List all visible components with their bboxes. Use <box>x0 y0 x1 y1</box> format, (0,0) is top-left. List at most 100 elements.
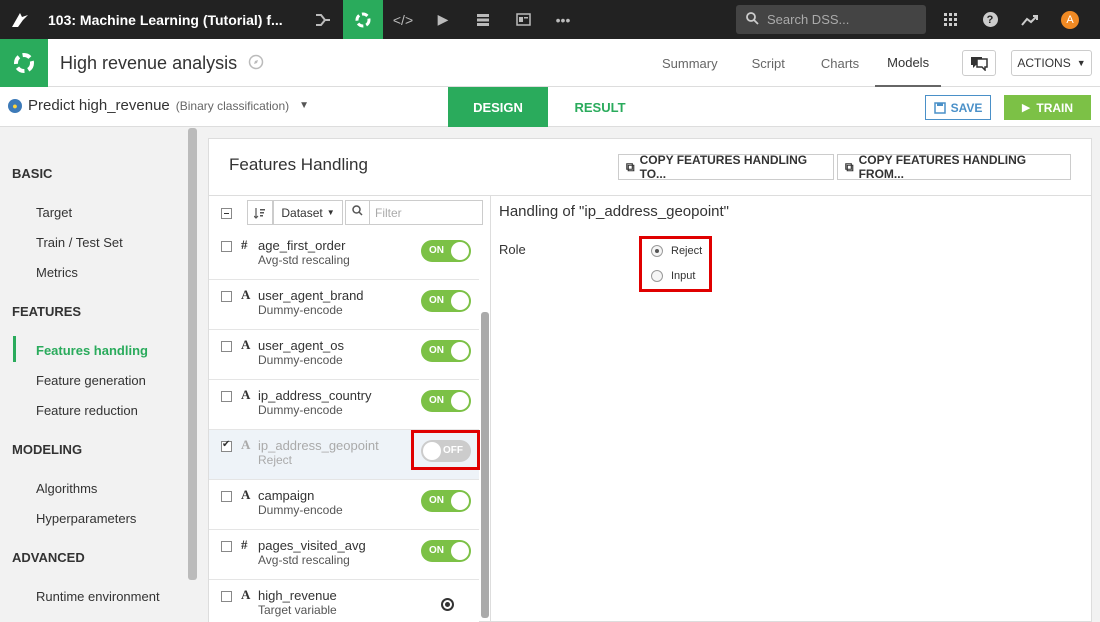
feature-checkbox[interactable] <box>221 391 232 402</box>
feature-list-scrollbar[interactable] <box>481 312 489 618</box>
feature-row[interactable]: A user_agent_brand Dummy-encode ON <box>209 280 479 330</box>
feature-toggle[interactable]: ON <box>421 490 471 512</box>
sidebar-section-modeling: MODELING <box>12 442 83 457</box>
feature-handling: Reject <box>258 453 293 467</box>
feature-checkbox[interactable] <box>221 541 232 552</box>
feature-row[interactable]: A high_revenue Target variable <box>209 580 479 622</box>
feature-toggle[interactable]: ON <box>421 340 471 362</box>
save-button[interactable]: SAVE <box>925 95 991 120</box>
train-button[interactable]: ▶ TRAIN <box>1004 95 1091 120</box>
sidebar-item-features-handling[interactable]: Features handling <box>36 343 148 358</box>
sidebar-item-runtime-environment[interactable]: Runtime environment <box>36 589 160 604</box>
play-icon[interactable]: ▶ <box>423 0 463 39</box>
feature-checkbox[interactable] <box>221 341 232 352</box>
copy-features-to-button[interactable]: ⧉ COPY FEATURES HANDLING TO... <box>618 153 834 181</box>
sidebar-item-algorithms[interactable]: Algorithms <box>36 481 97 496</box>
tab-charts[interactable]: Charts <box>805 39 875 87</box>
feature-toggle[interactable]: ON <box>421 390 471 412</box>
feature-name: campaign <box>258 488 315 503</box>
sort-order-button[interactable] <box>247 200 273 225</box>
sidebar-section-basic: BASIC <box>12 166 53 181</box>
model-selector[interactable]: ● Predict high_revenue (Binary classific… <box>8 97 309 114</box>
help-icon[interactable]: ? <box>970 0 1010 39</box>
search-input[interactable] <box>767 12 917 27</box>
compass-icon[interactable] <box>248 54 264 74</box>
tab-models[interactable]: Models <box>875 39 942 87</box>
text-type-icon: A <box>241 337 251 352</box>
user-avatar[interactable]: A <box>1050 0 1090 39</box>
text-type-icon: A <box>241 287 251 302</box>
toggle-knob <box>451 392 469 410</box>
feature-row[interactable]: A user_agent_os Dummy-encode ON <box>209 330 479 380</box>
caret-down-icon: ▼ <box>326 208 335 217</box>
numeric-type-icon: # <box>241 237 248 252</box>
trend-icon[interactable] <box>1010 0 1050 39</box>
stack-icon[interactable] <box>463 0 503 39</box>
feature-list-toolbar: Dataset ▼ <box>209 196 490 230</box>
feature-row[interactable]: A ip_address_country Dummy-encode ON <box>209 380 479 430</box>
toggle-label: ON <box>429 495 444 506</box>
feature-checkbox[interactable] <box>221 439 232 452</box>
design-sidebar: BASIC Target Train / Test Set Metrics FE… <box>0 128 198 622</box>
feature-toggle[interactable]: ON <box>421 290 471 312</box>
feature-row[interactable]: # age_first_order Avg-std rescaling ON <box>209 230 479 280</box>
filter-box[interactable] <box>345 200 483 225</box>
sidebar-section-features: FEATURES <box>12 304 82 319</box>
code-icon[interactable]: </> <box>383 0 423 39</box>
discussions-button[interactable] <box>962 50 996 76</box>
tab-design[interactable]: DESIGN <box>448 87 548 127</box>
filter-input[interactable] <box>375 205 475 220</box>
feature-checkbox[interactable] <box>221 491 232 502</box>
model-kind: (Binary classification) <box>175 98 290 113</box>
sidebar-item-train-test-set[interactable]: Train / Test Set <box>36 235 123 250</box>
tab-script[interactable]: Script <box>732 39 805 87</box>
feature-toggle[interactable]: ON <box>421 240 471 262</box>
feature-name: pages_visited_avg <box>258 538 366 553</box>
role-label: Role <box>499 242 526 257</box>
sidebar-scrollbar[interactable] <box>188 128 197 580</box>
feature-name: ip_address_geopoint <box>258 438 379 453</box>
more-icon[interactable]: ••• <box>543 0 583 39</box>
tab-result[interactable]: RESULT <box>552 87 648 127</box>
feature-row[interactable]: A campaign Dummy-encode ON <box>209 480 479 530</box>
avatar-letter: A <box>1061 10 1079 29</box>
feature-checkbox[interactable] <box>221 241 232 252</box>
caret-down-icon: ▼ <box>1076 58 1086 68</box>
project-title[interactable]: 103: Machine Learning (Tutorial) f... <box>48 12 303 28</box>
sidebar-item-metrics[interactable]: Metrics <box>36 265 78 280</box>
sidebar-item-target[interactable]: Target <box>36 205 72 220</box>
copy-from-label: COPY FEATURES HANDLING FROM... <box>858 153 1027 181</box>
feature-checkbox[interactable] <box>221 291 232 302</box>
apps-grid-icon[interactable] <box>930 0 970 39</box>
feature-handling: Avg-std rescaling <box>258 253 350 267</box>
analysis-title[interactable]: High revenue analysis <box>60 53 237 74</box>
sidebar-item-hyperparameters[interactable]: Hyperparameters <box>36 511 136 526</box>
dashboard-icon[interactable] <box>503 0 543 39</box>
sidebar-item-feature-reduction[interactable]: Feature reduction <box>36 403 138 418</box>
dss-bird-logo-icon[interactable] <box>0 0 40 39</box>
actions-dropdown[interactable]: ACTIONS ▼ <box>1011 50 1092 76</box>
feature-name: ip_address_country <box>258 388 372 403</box>
sidebar-item-feature-generation[interactable]: Feature generation <box>36 373 146 388</box>
feature-handling: Dummy-encode <box>258 503 343 517</box>
toggle-highlight-box <box>411 430 480 470</box>
select-all-checkbox[interactable] <box>221 208 232 219</box>
text-type-icon: A <box>241 487 251 502</box>
tab-summary[interactable]: Summary <box>648 39 732 87</box>
toggle-knob <box>451 542 469 560</box>
copy-features-from-button[interactable]: ⧉ COPY FEATURES HANDLING FROM... <box>837 153 1071 181</box>
feature-checkbox[interactable] <box>221 591 232 602</box>
flow-icon[interactable] <box>303 0 343 39</box>
feature-row[interactable]: # pages_visited_avg Avg-std rescaling ON <box>209 530 479 580</box>
feature-toggle[interactable]: ON <box>421 540 471 562</box>
sort-by-select[interactable]: Dataset ▼ <box>273 200 343 225</box>
text-type-icon: A <box>241 587 251 602</box>
feature-handling: Target variable <box>258 603 337 617</box>
copy-to-label: COPY FEATURES HANDLING TO... <box>639 153 808 181</box>
model-design-header: ● Predict high_revenue (Binary classific… <box>0 87 1100 127</box>
copy-icon: ⧉ <box>626 159 635 174</box>
analysis-icon[interactable] <box>343 0 383 39</box>
feature-name: user_agent_brand <box>258 288 364 303</box>
search-box[interactable] <box>736 5 926 34</box>
play-icon: ▶ <box>1021 102 1031 114</box>
